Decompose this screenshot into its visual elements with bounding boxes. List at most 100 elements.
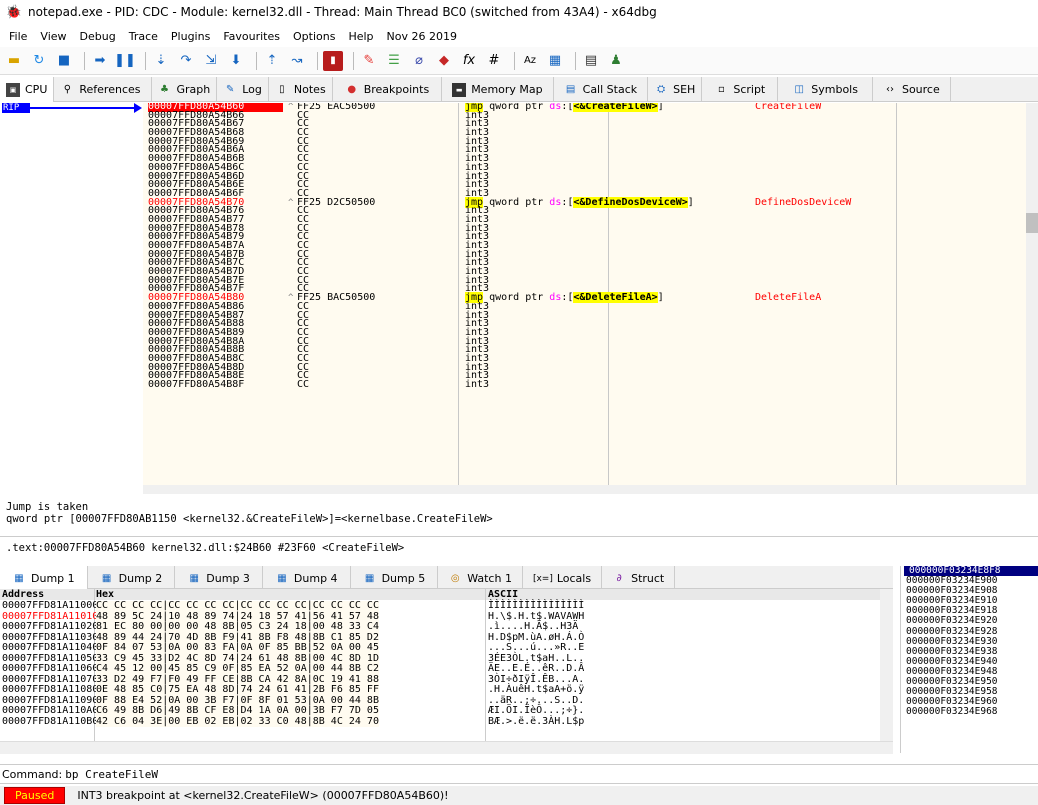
tab-dump-3[interactable]: ▦ Dump 3: [175, 566, 263, 591]
disasm-bytes: CC: [297, 318, 310, 330]
tab-cpu[interactable]: ▣ CPU: [0, 77, 55, 102]
disasm-bytes: CC: [297, 170, 310, 182]
disasm-row[interactable]: 00007FFD80A54B6B CC int3: [143, 154, 1026, 164]
disasm-instruction: int3: [465, 344, 490, 356]
tab-dump-4[interactable]: ▦ Dump 4: [263, 566, 351, 591]
disasm-row[interactable]: 00007FFD80A54B80 ^ FF25 BAC50500 jmp qword …: [143, 292, 1026, 304]
disasm-row[interactable]: 00007FFD80A54B6E CC int3: [143, 180, 1026, 190]
scrollbar-thumb[interactable]: [1026, 213, 1038, 233]
tab-graph[interactable]: ♣ Graph: [152, 77, 218, 102]
tab-log[interactable]: ✎ Log: [217, 77, 269, 102]
disasm-row[interactable]: 00007FFD80A54B88 CC int3: [143, 318, 1026, 330]
dump-horizontal-scrollbar[interactable]: [0, 741, 893, 754]
hash-icon[interactable]: #: [484, 51, 504, 71]
function-icon[interactable]: fx: [459, 51, 479, 71]
disasm-vertical-scrollbar[interactable]: [1026, 103, 1038, 485]
disasm-row[interactable]: 00007FFD80A54B7D CC int3: [143, 267, 1026, 277]
label-icon[interactable]: ⌀: [409, 51, 429, 71]
tab-dump-1[interactable]: ▦ Dump 1: [0, 566, 88, 591]
patch-icon[interactable]: ✎: [359, 51, 379, 71]
tab-dump-5[interactable]: ▦ Dump 5: [351, 566, 439, 591]
menu-view[interactable]: View: [35, 30, 74, 43]
tab-seh[interactable]: ⛭ SEH: [648, 77, 703, 102]
restart-icon[interactable]: ↻: [29, 51, 49, 71]
memory-icon[interactable]: ▤: [581, 51, 601, 71]
menu-help[interactable]: Help: [343, 30, 381, 43]
dump-address: 00007FFD81A110B0: [2, 715, 99, 727]
open-icon[interactable]: ▬: [4, 51, 24, 71]
trace-over-icon[interactable]: ⬇: [226, 51, 246, 71]
disasm-row[interactable]: 00007FFD80A54B8B CC int3: [143, 344, 1026, 356]
step-over-icon[interactable]: ↷: [176, 51, 196, 71]
tab-call-stack[interactable]: ▤ Call Stack: [554, 77, 649, 102]
disasm-row[interactable]: 00007FFD80A54B86 CC int3: [143, 301, 1026, 312]
disasm-row[interactable]: 00007FFD80A54B87 CC int3: [143, 310, 1026, 321]
disasm-bytes: CC: [297, 205, 310, 217]
tab-references[interactable]: ⚲ References: [54, 77, 152, 102]
pause-icon[interactable]: ❚❚: [114, 51, 136, 71]
disasm-row[interactable]: 00007FFD80A54B7A CC int3: [143, 241, 1026, 251]
stack-view[interactable]: 000000F03234E8F8 000000F03234E900 000000F0…: [900, 565, 1038, 753]
disasm-row[interactable]: 00007FFD80A54B60 ^ FF25 EAC50500 jmp qword …: [143, 103, 1026, 112]
disasm-row[interactable]: 00007FFD80A54B8F CC int3: [143, 380, 1026, 390]
disasm-row[interactable]: 00007FFD80A54B77 CC int3: [143, 215, 1026, 225]
font-icon[interactable]: Az: [520, 51, 540, 71]
disasm-row[interactable]: 00007FFD80A54B6C CC int3: [143, 162, 1026, 173]
tab-watch-1[interactable]: ◎ Watch 1: [438, 566, 523, 591]
dump-vertical-scrollbar[interactable]: [880, 589, 893, 741]
disasm-row[interactable]: 00007FFD80A54B7E CC int3: [143, 275, 1026, 286]
comment-icon[interactable]: ☰: [384, 51, 404, 71]
scylla-icon[interactable]: ▮: [323, 50, 343, 71]
tab-source[interactable]: ‹› Source: [873, 77, 951, 102]
step-into-icon[interactable]: ⇣: [151, 51, 171, 71]
disasm-row[interactable]: 00007FFD80A54B8E CC int3: [143, 371, 1026, 381]
disasm-row[interactable]: 00007FFD80A54B6D CC int3: [143, 170, 1026, 182]
disasm-row[interactable]: 00007FFD80A54B67 CC int3: [143, 119, 1026, 129]
menu-file[interactable]: File: [4, 30, 35, 43]
command-input[interactable]: [65, 767, 966, 781]
disasm-row[interactable]: 00007FFD80A54B70 ^ FF25 D2C50500 jmp qword …: [143, 196, 1026, 208]
disasm-row[interactable]: 00007FFD80A54B79 CC int3: [143, 232, 1026, 242]
run-icon[interactable]: ➡: [90, 51, 110, 71]
tab-script[interactable]: ▫ Script: [702, 77, 779, 102]
disasm-row[interactable]: 00007FFD80A54B76 CC int3: [143, 205, 1026, 217]
tab-struct[interactable]: ∂ Struct: [602, 566, 676, 591]
trace-into-icon[interactable]: ⇲: [201, 51, 221, 71]
tab-memory-map[interactable]: ▬ Memory Map: [442, 77, 554, 102]
disasm-row[interactable]: 00007FFD80A54B8D CC int3: [143, 362, 1026, 373]
disasm-row[interactable]: 00007FFD80A54B7B CC int3: [143, 249, 1026, 260]
rip-arrow: [30, 107, 138, 109]
tab-breakpoints[interactable]: ● Breakpoints: [333, 77, 443, 102]
disasm-row[interactable]: 00007FFD80A54B6A CC int3: [143, 145, 1026, 155]
disasm-row[interactable]: 00007FFD80A54B7C CC int3: [143, 258, 1026, 268]
calculator-icon[interactable]: ▦: [545, 51, 565, 71]
disasm-row[interactable]: 00007FFD80A54B66 CC int3: [143, 110, 1026, 121]
tab-locals[interactable]: [x=] Locals: [523, 566, 603, 591]
bookmark-icon[interactable]: ◆: [434, 51, 454, 71]
disassembly-listing[interactable]: 00007FFD80A54B60 ^ FF25 EAC50500 jmp qword …: [143, 103, 1026, 485]
stack-row[interactable]: 000000F03234E968: [901, 707, 1038, 717]
run-to-user-code-icon[interactable]: ↝: [287, 51, 307, 71]
disasm-row[interactable]: 00007FFD80A54B78 CC int3: [143, 223, 1026, 234]
disasm-horizontal-scrollbar[interactable]: [143, 485, 1038, 494]
chess-icon[interactable]: ♟: [606, 51, 626, 71]
menu-plugins[interactable]: Plugins: [166, 30, 218, 43]
disasm-row[interactable]: 00007FFD80A54B8C CC int3: [143, 354, 1026, 364]
stop-icon[interactable]: ■: [54, 51, 74, 71]
instr-segment: ds: [549, 103, 562, 112]
disasm-instruction: jmp qword ptr ds:[<&DefineDosDeviceW>]: [465, 196, 765, 208]
hex-dump-view[interactable]: Address Hex ASCII 00007FFD81A11000 CC CC …: [0, 589, 880, 753]
disasm-row[interactable]: 00007FFD80A54B69 CC int3: [143, 136, 1026, 147]
menu-favourites[interactable]: Favourites: [218, 30, 288, 43]
tab-symbols[interactable]: ◫ Symbols: [778, 77, 873, 102]
disasm-row[interactable]: 00007FFD80A54B89 CC int3: [143, 328, 1026, 338]
execute-till-return-icon[interactable]: ⇡: [262, 51, 282, 71]
menu-trace[interactable]: Trace: [124, 30, 166, 43]
tab-dump-2[interactable]: ▦ Dump 2: [88, 566, 176, 591]
tab-notes[interactable]: ▯ Notes: [269, 77, 333, 102]
disasm-row[interactable]: 00007FFD80A54B8A CC int3: [143, 336, 1026, 347]
disasm-row[interactable]: 00007FFD80A54B68 CC int3: [143, 128, 1026, 138]
title-bar: 🐞 notepad.exe - PID: CDC - Module: kerne…: [0, 0, 1038, 24]
menu-options[interactable]: Options: [288, 30, 343, 43]
menu-debug[interactable]: Debug: [75, 30, 124, 43]
